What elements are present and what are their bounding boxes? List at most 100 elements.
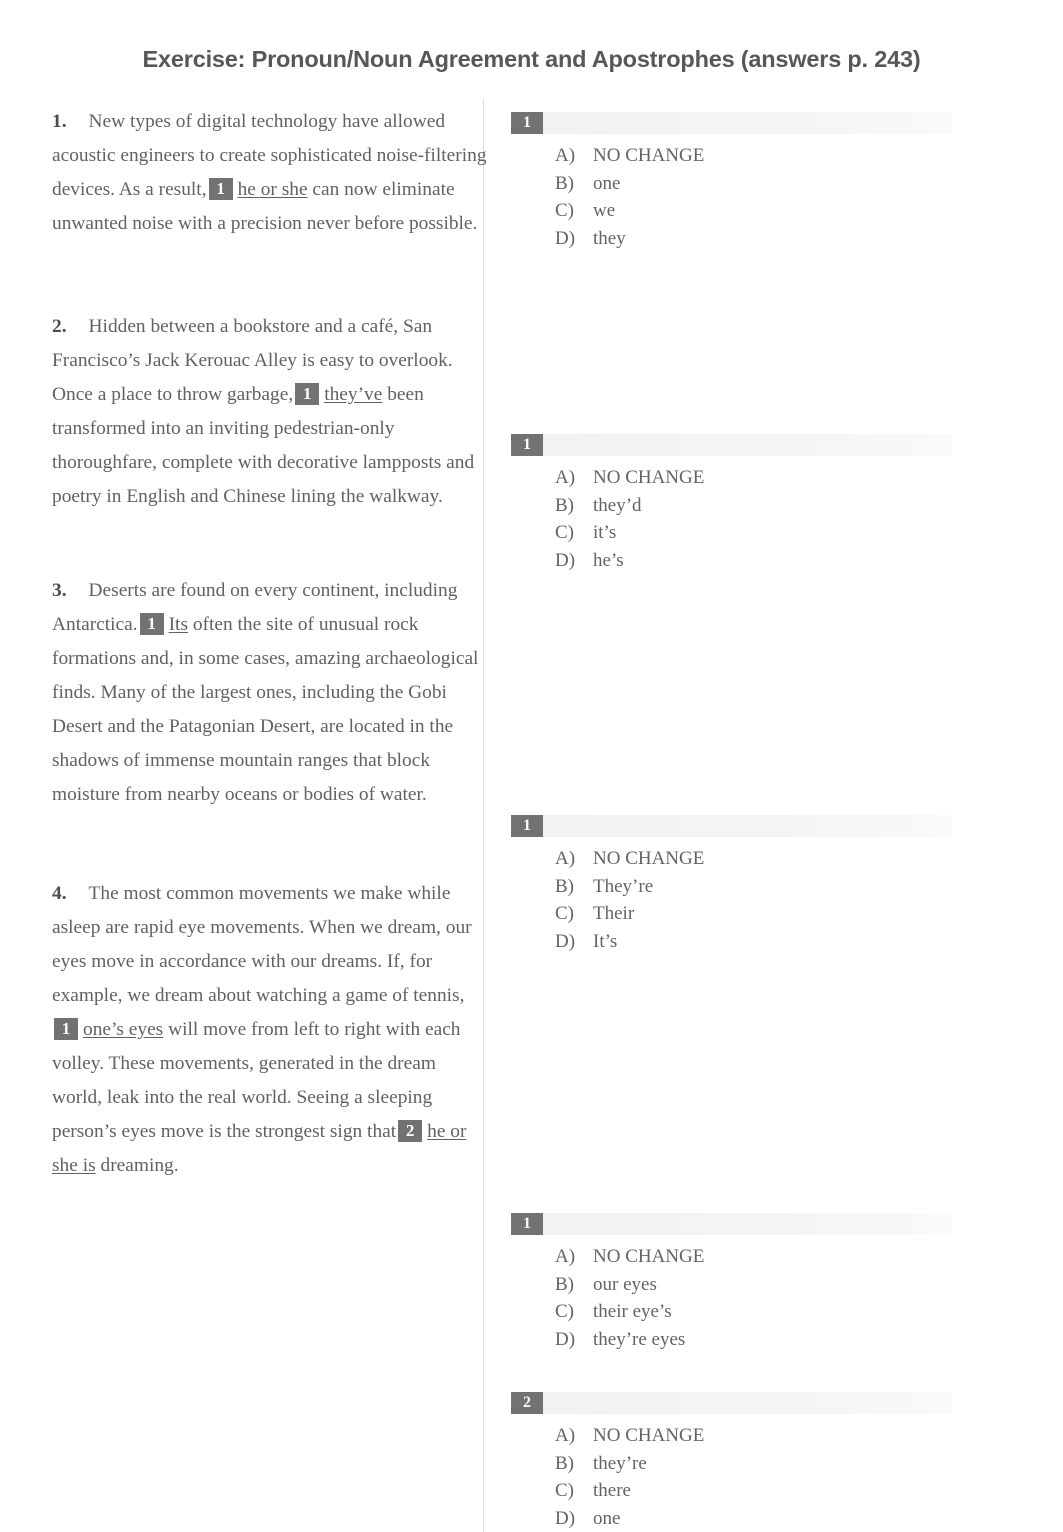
choice-option[interactable]: D) they [555, 225, 1004, 253]
choice-text: It’s [593, 928, 1004, 956]
choice-text: NO CHANGE [593, 142, 1004, 170]
choice-text: one [593, 170, 1004, 198]
two-column-body: 1.New types of digital technology have a… [0, 105, 1063, 1532]
answer-badge-1: 1 [511, 112, 543, 134]
choice-option[interactable]: C) Their [555, 900, 1004, 928]
choice-option[interactable]: C) there [555, 1477, 1004, 1505]
choice-letter: D) [555, 1326, 593, 1354]
choice-option[interactable]: D) he’s [555, 547, 1004, 575]
choice-option[interactable]: A) NO CHANGE [555, 142, 1004, 170]
answer-group-1: 1 A) NO CHANGE B) one C) we [511, 112, 1004, 252]
choice-list-5: A) NO CHANGE B) they’re C) there D) one [511, 1422, 1004, 1532]
choice-text: NO CHANGE [593, 1243, 1004, 1271]
choice-text: NO CHANGE [593, 1422, 1004, 1450]
choice-option[interactable]: A) NO CHANGE [555, 464, 1004, 492]
choice-option[interactable]: C) it’s [555, 519, 1004, 547]
answer-header-5: 2 [511, 1392, 952, 1414]
choice-text: there [593, 1477, 1004, 1505]
choice-letter: D) [555, 547, 593, 575]
choice-list-2: A) NO CHANGE B) they’d C) it’s D) he’s [511, 464, 1004, 574]
choice-letter: D) [555, 928, 593, 956]
underlined-phrase-4-1[interactable]: one’s eyes [83, 1019, 163, 1040]
inline-badge-4-2[interactable]: 2 [398, 1120, 422, 1142]
choice-letter: C) [555, 900, 593, 928]
question-number-2: 2. [52, 316, 67, 337]
passage-question-1: 1.New types of digital technology have a… [52, 105, 487, 241]
question-number-1: 1. [52, 111, 67, 132]
choice-letter: A) [555, 845, 593, 873]
answer-group-2: 1 A) NO CHANGE B) they’d C) it’s [511, 434, 1004, 574]
choice-text: They’re [593, 873, 1004, 901]
choice-text: one [593, 1505, 1004, 1532]
answer-header-1: 1 [511, 112, 952, 134]
choice-letter: B) [555, 873, 593, 901]
inline-badge-3-1[interactable]: 1 [140, 613, 164, 635]
passage-question-2: 2.Hidden between a bookstore and a café,… [52, 310, 487, 514]
answer-group-4: 1 A) NO CHANGE B) our eyes C) their eye’… [511, 1213, 1004, 1353]
choice-option[interactable]: D) they’re eyes [555, 1326, 1004, 1354]
choice-letter: B) [555, 170, 593, 198]
choice-text: they’d [593, 492, 1004, 520]
choice-text: they’re [593, 1450, 1004, 1478]
answer-group-5: 2 A) NO CHANGE B) they’re C) there [511, 1392, 1004, 1532]
choice-text: Their [593, 900, 1004, 928]
choice-option[interactable]: C) their eye’s [555, 1298, 1004, 1326]
choice-letter: B) [555, 492, 593, 520]
choice-letter: C) [555, 1477, 593, 1505]
answers-column: 1 A) NO CHANGE B) one C) we [484, 105, 1004, 1532]
choice-text: NO CHANGE [593, 845, 1004, 873]
choice-option[interactable]: D) one [555, 1505, 1004, 1532]
choice-letter: B) [555, 1450, 593, 1478]
choice-text: our eyes [593, 1271, 1004, 1299]
choice-option[interactable]: A) NO CHANGE [555, 845, 1004, 873]
choice-option[interactable]: B) our eyes [555, 1271, 1004, 1299]
choice-option[interactable]: B) they’re [555, 1450, 1004, 1478]
passage-text-3b: often the site of unusual rock formation… [52, 614, 478, 805]
underlined-phrase-2-1[interactable]: they’ve [324, 384, 382, 405]
page-title: Exercise: Pronoun/Noun Agreement and Apo… [0, 46, 1063, 73]
choice-list-1: A) NO CHANGE B) one C) we D) they [511, 142, 1004, 252]
choice-text: they [593, 225, 1004, 253]
choice-option[interactable]: B) They’re [555, 873, 1004, 901]
worksheet-page: Exercise: Pronoun/Noun Agreement and Apo… [0, 0, 1063, 1374]
choice-option[interactable]: A) NO CHANGE [555, 1422, 1004, 1450]
choice-option[interactable]: B) they’d [555, 492, 1004, 520]
underlined-phrase-3-1[interactable]: Its [169, 614, 188, 635]
inline-badge-2-1[interactable]: 1 [295, 383, 319, 405]
choice-list-4: A) NO CHANGE B) our eyes C) their eye’s … [511, 1243, 1004, 1353]
choice-letter: D) [555, 225, 593, 253]
passage-text-4c: dreaming. [101, 1155, 179, 1176]
passages-column: 1.New types of digital technology have a… [0, 105, 487, 1183]
choice-letter: A) [555, 1243, 593, 1271]
choice-letter: A) [555, 1422, 593, 1450]
choice-letter: B) [555, 1271, 593, 1299]
choice-text: NO CHANGE [593, 464, 1004, 492]
choice-letter: A) [555, 464, 593, 492]
inline-badge-4-1[interactable]: 1 [54, 1018, 78, 1040]
question-number-3: 3. [52, 580, 67, 601]
answer-header-3: 1 [511, 815, 952, 837]
choice-text: they’re eyes [593, 1326, 1004, 1354]
inline-badge-1-1[interactable]: 1 [209, 178, 233, 200]
choice-option[interactable]: B) one [555, 170, 1004, 198]
page-header: Exercise: Pronoun/Noun Agreement and Apo… [0, 0, 1063, 73]
choice-text: he’s [593, 547, 1004, 575]
answer-header-2: 1 [511, 434, 952, 456]
answer-header-4: 1 [511, 1213, 952, 1235]
underlined-phrase-1-1[interactable]: he or she [238, 179, 308, 200]
passage-question-3: 3.Deserts are found on every continent, … [52, 574, 487, 812]
choice-list-3: A) NO CHANGE B) They’re C) Their D) It’s [511, 845, 1004, 955]
choice-option[interactable]: A) NO CHANGE [555, 1243, 1004, 1271]
choice-text: we [593, 197, 1004, 225]
choice-letter: D) [555, 1505, 593, 1532]
answer-group-3: 1 A) NO CHANGE B) They’re C) Their [511, 815, 1004, 955]
choice-option[interactable]: C) we [555, 197, 1004, 225]
passage-text-4a: The most common movements we make while … [52, 883, 472, 1006]
answer-badge-4: 1 [511, 1213, 543, 1235]
choice-option[interactable]: D) It’s [555, 928, 1004, 956]
choice-letter: A) [555, 142, 593, 170]
choice-letter: C) [555, 197, 593, 225]
choice-text: their eye’s [593, 1298, 1004, 1326]
answer-badge-5: 2 [511, 1392, 543, 1414]
choice-text: it’s [593, 519, 1004, 547]
